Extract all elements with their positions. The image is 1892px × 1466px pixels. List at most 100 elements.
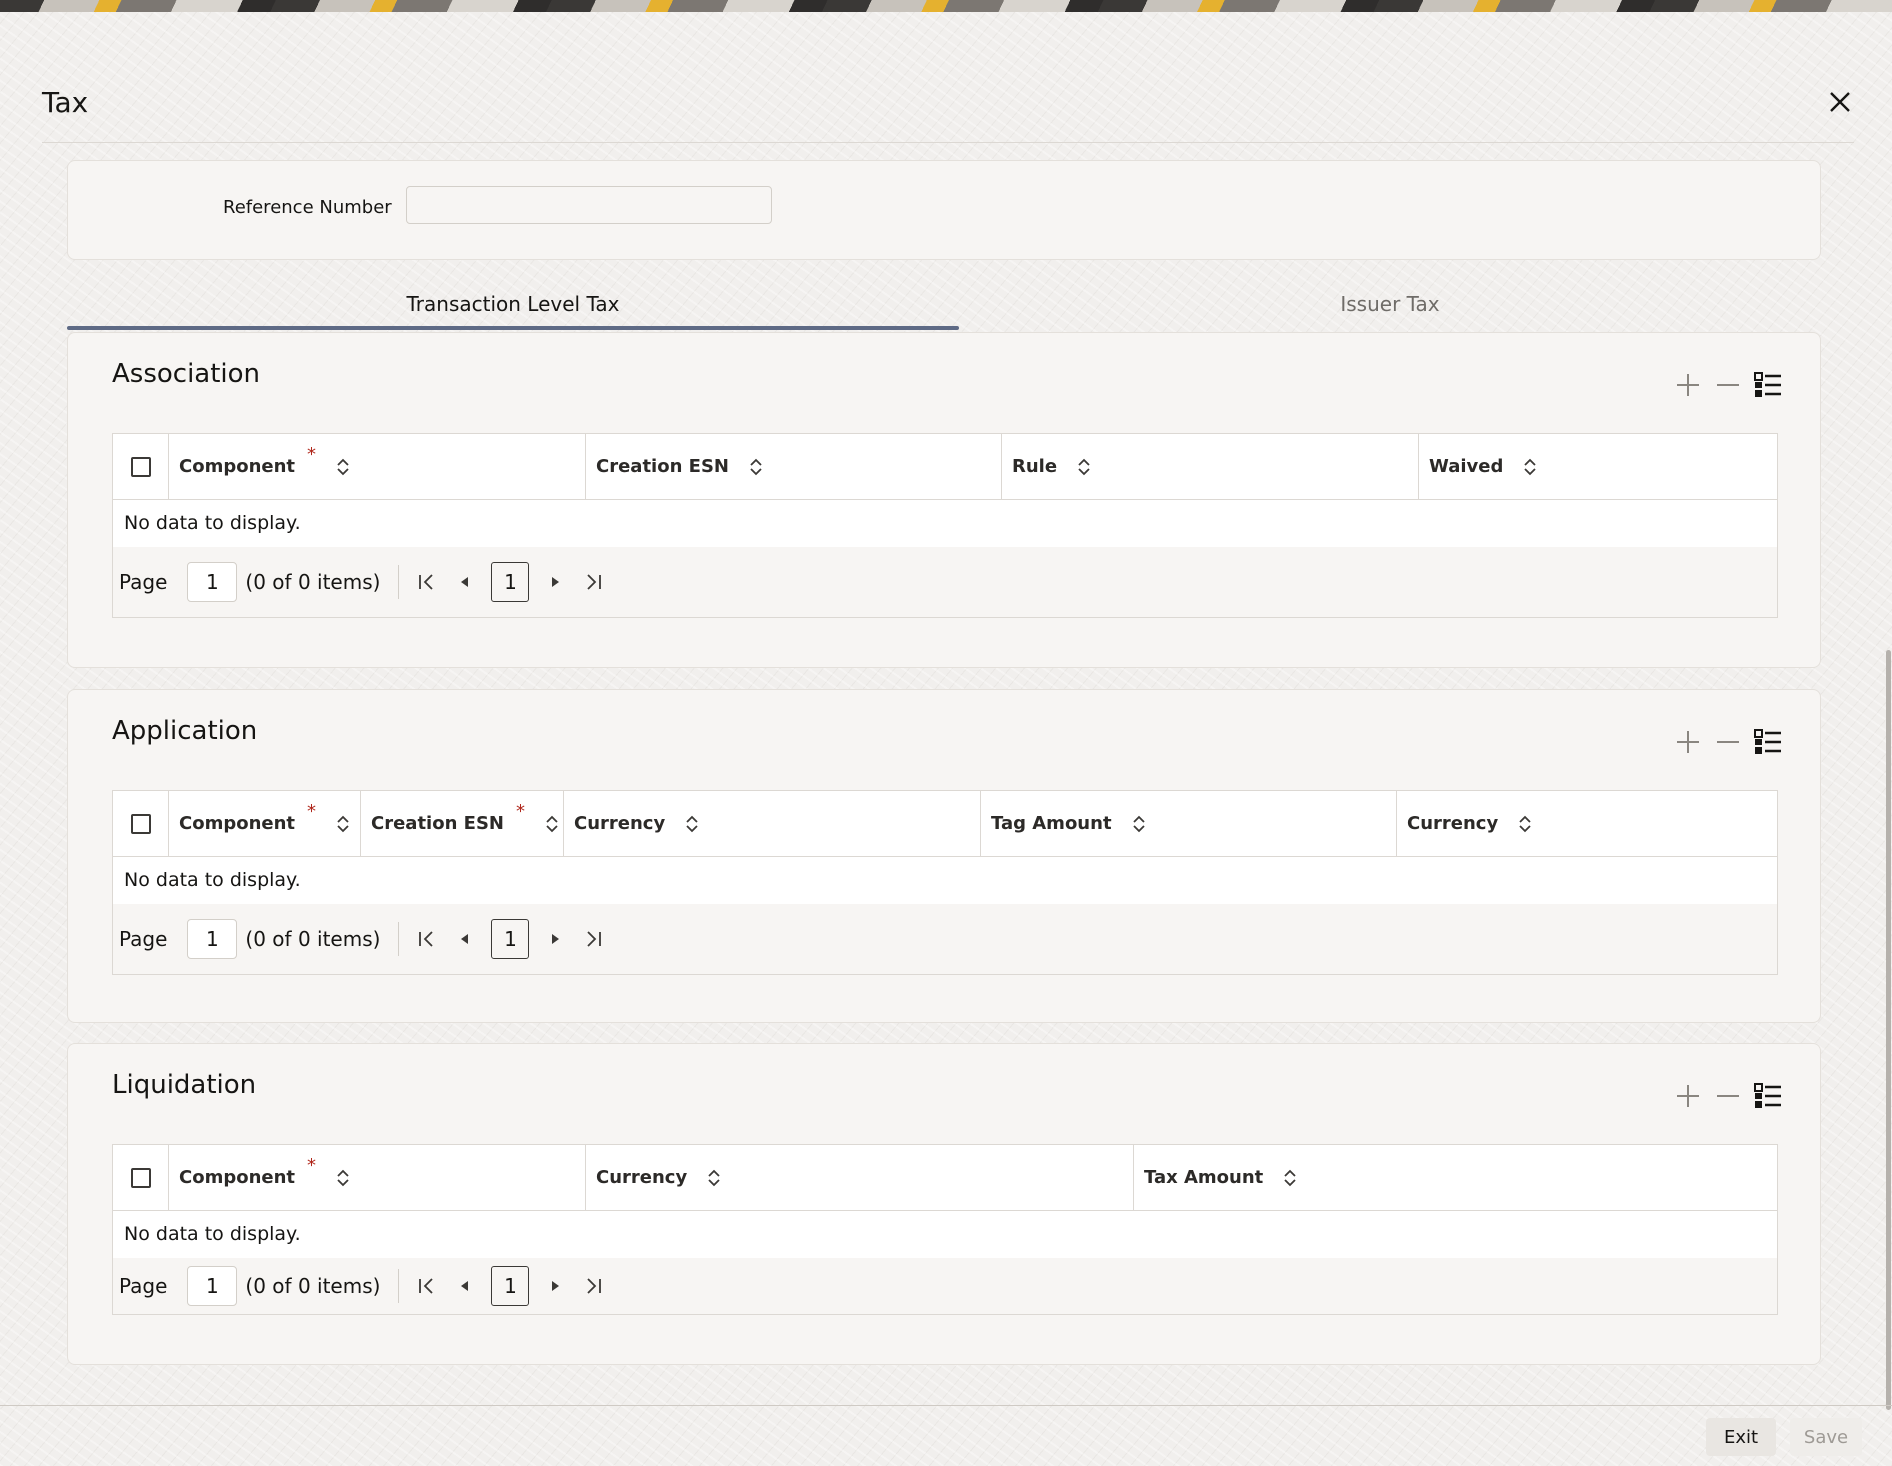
column-header-creation-esn[interactable]: Creation ESN * [361,791,564,856]
previous-page-icon[interactable] [453,927,477,951]
item-count: (0 of 0 items) [245,927,381,951]
column-label: Tax Amount [1144,1167,1264,1188]
column-label: Creation ESN [371,813,504,834]
last-page-icon[interactable] [581,927,605,951]
active-tab-indicator [67,326,959,330]
item-count: (0 of 0 items) [245,570,381,594]
single-record-view-icon[interactable] [1754,1082,1782,1110]
current-page-button[interactable]: 1 [491,1266,530,1306]
reference-panel: Reference Number [67,160,1821,260]
close-icon[interactable] [1826,88,1854,116]
select-all-checkbox[interactable] [130,456,151,477]
sort-icon[interactable] [336,814,350,834]
tab-label: Issuer Tax [1340,292,1440,316]
next-page-icon[interactable] [543,927,567,951]
required-marker: * [307,444,317,465]
application-panel: Application Component * Creation ESN * Cur… [67,689,1821,1023]
column-label: Waived [1429,456,1504,477]
page-number-input[interactable] [187,919,238,959]
column-header-tag-amount[interactable]: Tag Amount [981,791,1397,856]
page-label: Page [119,927,168,951]
delete-row-icon[interactable] [1714,1082,1742,1110]
first-page-icon[interactable] [415,927,439,951]
empty-message: No data to display. [113,857,1777,904]
top-banner [0,0,1892,12]
sort-icon[interactable] [1283,1168,1297,1188]
tab-transaction-level-tax[interactable]: Transaction Level Tax [67,278,959,330]
add-row-icon[interactable] [1674,1082,1702,1110]
sort-icon[interactable] [1132,814,1146,834]
last-page-icon[interactable] [581,1274,605,1298]
delete-row-icon[interactable] [1714,371,1742,399]
add-row-icon[interactable] [1674,371,1702,399]
single-record-view-icon[interactable] [1754,728,1782,756]
pagination: Page (0 of 0 items) 1 [113,1258,1777,1314]
select-all-checkbox[interactable] [130,1167,151,1188]
column-label: Rule [1012,456,1058,477]
sort-icon[interactable] [1077,457,1091,477]
previous-page-icon[interactable] [453,570,477,594]
reference-number-input[interactable] [406,186,772,224]
liquidation-title: Liquidation [112,1070,257,1100]
current-page-button[interactable]: 1 [491,562,530,602]
association-toolbar [1674,371,1782,399]
column-header-currency[interactable]: Currency [564,791,981,856]
footer-divider [0,1405,1892,1406]
column-header-creation-esn[interactable]: Creation ESN [586,434,1002,499]
previous-page-icon[interactable] [453,1274,477,1298]
column-header-rule[interactable]: Rule [1002,434,1419,499]
tab-bar: Transaction Level Tax Issuer Tax [67,278,1821,332]
column-header-waived[interactable]: Waived [1419,434,1777,499]
page-label: Page [119,1274,168,1298]
application-grid: Component * Creation ESN * Currency Tag Am… [112,790,1778,975]
column-label: Component [179,813,296,834]
column-header-currency[interactable]: Currency [586,1145,1134,1210]
sort-icon[interactable] [1523,457,1537,477]
next-page-icon[interactable] [543,1274,567,1298]
select-all-cell [113,434,169,499]
required-marker: * [307,1155,317,1176]
column-header-component[interactable]: Component * [169,434,586,499]
sort-icon[interactable] [336,457,350,477]
liquidation-toolbar [1674,1082,1782,1110]
sort-icon[interactable] [545,814,559,834]
next-page-icon[interactable] [543,570,567,594]
single-record-view-icon[interactable] [1754,371,1782,399]
page-number-input[interactable] [187,1266,238,1306]
sort-icon[interactable] [707,1168,721,1188]
grid-header: Component * Creation ESN * Currency Tag Am… [113,791,1777,857]
sort-icon[interactable] [336,1168,350,1188]
select-all-checkbox[interactable] [130,813,151,834]
column-header-tax-amount[interactable]: Tax Amount [1134,1145,1777,1210]
add-row-icon[interactable] [1674,728,1702,756]
select-all-cell [113,791,169,856]
pagination: Page (0 of 0 items) 1 [113,547,1777,617]
exit-button[interactable]: Exit [1706,1418,1776,1456]
page-number-input[interactable] [187,562,238,602]
column-header-component[interactable]: Component * [169,1145,586,1210]
first-page-icon[interactable] [415,1274,439,1298]
save-button[interactable]: Save [1790,1418,1862,1456]
association-panel: Association Component * Creation ESN Rule… [67,332,1821,668]
column-label: Tag Amount [991,813,1112,834]
liquidation-grid: Component * Currency Tax Amount No data t… [112,1144,1778,1315]
column-header-tag-currency[interactable]: Currency [1397,791,1777,856]
page-label: Page [119,570,168,594]
first-page-icon[interactable] [415,570,439,594]
required-marker: * [516,801,525,822]
delete-row-icon[interactable] [1714,728,1742,756]
tab-issuer-tax[interactable]: Issuer Tax [959,278,1821,330]
sort-icon[interactable] [1518,814,1532,834]
column-label: Currency [1407,813,1499,834]
current-page-button[interactable]: 1 [491,919,530,959]
page-title: Tax [42,86,89,119]
empty-message: No data to display. [113,500,1777,547]
tab-label: Transaction Level Tax [406,292,620,316]
sort-icon[interactable] [685,814,699,834]
pager-divider [398,922,400,956]
scrollbar[interactable] [1886,650,1891,1410]
column-header-component[interactable]: Component * [169,791,361,856]
last-page-icon[interactable] [581,570,605,594]
sort-icon[interactable] [749,457,763,477]
header-divider [42,142,1854,143]
